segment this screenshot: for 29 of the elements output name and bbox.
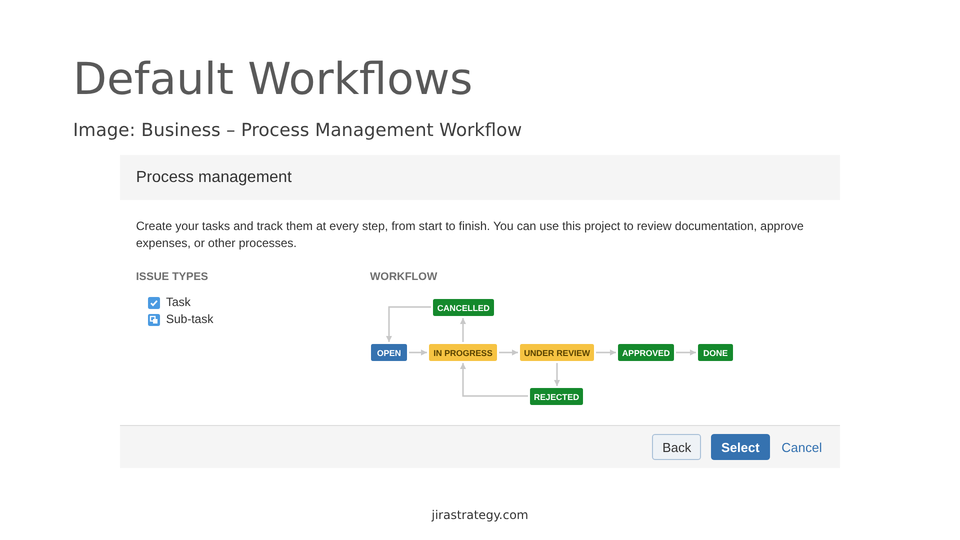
status-node: REJECTED <box>530 388 583 405</box>
select-button[interactable]: Select <box>711 434 770 460</box>
arrow <box>499 350 518 356</box>
arrow <box>554 363 560 386</box>
section-heading: WORKFLOW <box>370 271 438 283</box>
status-node: IN PROGRESS <box>429 344 497 361</box>
arrow <box>386 306 431 342</box>
arrow <box>409 350 427 356</box>
cancel-link[interactable]: Cancel <box>780 434 824 460</box>
arrow <box>676 350 696 356</box>
arrow <box>460 318 466 342</box>
subtask-icon <box>148 314 160 326</box>
back-button[interactable]: Back <box>652 434 702 460</box>
arrow <box>460 363 528 397</box>
section-heading: ISSUE TYPES <box>136 271 208 283</box>
checkbox-icon <box>148 296 160 308</box>
status-node: DONE <box>698 344 733 361</box>
status-node: OPEN <box>371 344 407 361</box>
image-caption: Image: Business – Process Management Workflow <box>73 120 522 141</box>
description: Create your tasks and track them at every step, from start to finish. You can use this project to review documentation, approve expenses, or other processes. <box>136 218 805 252</box>
slide-title: Default Workflows <box>73 53 473 107</box>
issue-type-label: Task <box>166 295 191 310</box>
status-node: APPROVED <box>618 344 674 361</box>
status-node: UNDER REVIEW <box>520 344 594 361</box>
arrow <box>596 350 616 356</box>
source-credit: jirastrategy.com <box>432 508 528 522</box>
status-node: CANCELLED <box>433 299 494 316</box>
dialog-title: Process management <box>136 168 292 186</box>
issue-type-label: Sub-task <box>166 312 214 327</box>
